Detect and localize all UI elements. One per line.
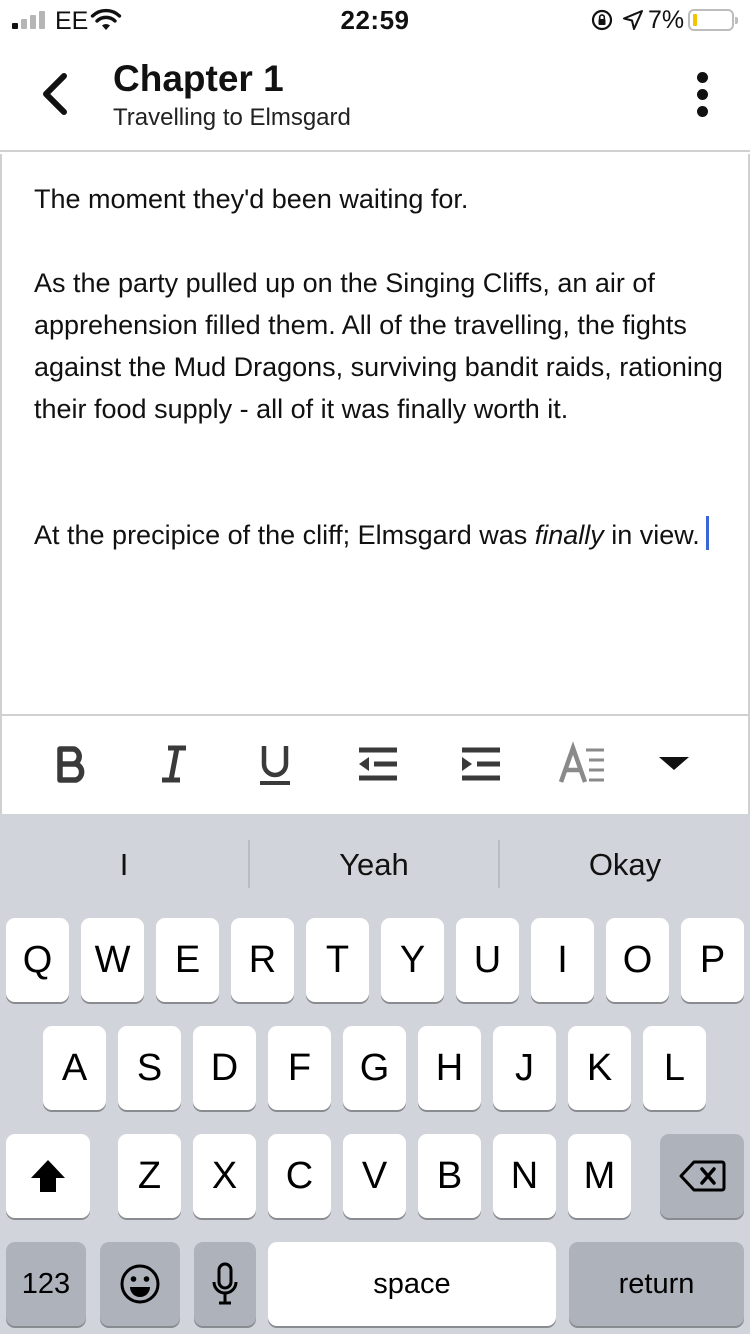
key-r[interactable]: R (231, 918, 294, 1002)
key-j[interactable]: J (493, 1026, 556, 1110)
key-x[interactable]: X (193, 1134, 256, 1218)
paragraph-text: At the precipice of the cliff; Elmsgard … (34, 520, 535, 550)
key-b[interactable]: B (418, 1134, 481, 1218)
key-d[interactable]: D (193, 1026, 256, 1110)
key-p[interactable]: P (681, 918, 744, 1002)
key-u[interactable]: U (456, 918, 519, 1002)
numbers-key[interactable]: 123 (6, 1242, 86, 1326)
outdent-button[interactable] (349, 736, 405, 792)
underline-button[interactable] (247, 736, 303, 792)
key-a[interactable]: A (43, 1026, 106, 1110)
bold-button[interactable] (44, 736, 100, 792)
return-key[interactable]: return (569, 1242, 744, 1326)
battery-icon (688, 9, 738, 31)
suggestion-3[interactable]: Okay (500, 840, 750, 890)
key-n[interactable]: N (493, 1134, 556, 1218)
chapter-title: Chapter 1 (113, 58, 284, 99)
backspace-icon (679, 1160, 726, 1192)
key-s[interactable]: S (118, 1026, 181, 1110)
key-z[interactable]: Z (118, 1134, 181, 1218)
shift-key[interactable] (6, 1134, 90, 1218)
bold-icon (57, 746, 85, 783)
battery-percentage: 7% (648, 6, 685, 34)
more-vertical-icon[interactable] (688, 70, 718, 120)
underline-icon (260, 746, 290, 785)
key-l[interactable]: L (643, 1026, 706, 1110)
chapter-subtitle: Travelling to Elmsgard (113, 104, 351, 131)
indent-button[interactable] (452, 736, 508, 792)
italic-button[interactable] (146, 736, 202, 792)
italic-icon (162, 745, 186, 783)
paragraph-text: in view. (603, 520, 700, 550)
editor-paragraph: As the party pulled up on the Singing Cl… (34, 268, 723, 424)
key-v[interactable]: V (343, 1134, 406, 1218)
status-bar: EE 22:59 7% (0, 0, 750, 40)
caret-down-icon (659, 757, 689, 770)
editor-paragraph: At the precipice of the cliff; Elmsgard … (34, 514, 734, 556)
keyboard: I Yeah Okay Q W E R T Y U I O P A S D F … (0, 814, 750, 1334)
suggestion-1[interactable]: I (0, 840, 248, 890)
indent-icon (462, 747, 500, 781)
key-c[interactable]: C (268, 1134, 331, 1218)
key-k[interactable]: K (568, 1026, 631, 1110)
more-formatting-button[interactable] (646, 736, 702, 792)
key-y[interactable]: Y (381, 918, 444, 1002)
key-h[interactable]: H (418, 1026, 481, 1110)
microphone-icon (212, 1262, 238, 1305)
key-q[interactable]: Q (6, 918, 69, 1002)
key-w[interactable]: W (81, 918, 144, 1002)
format-toolbar (0, 714, 750, 814)
space-key[interactable]: space (268, 1242, 556, 1326)
key-i[interactable]: I (531, 918, 594, 1002)
key-t[interactable]: T (306, 918, 369, 1002)
emoji-key[interactable] (100, 1242, 180, 1326)
italic-text: finally (534, 520, 604, 550)
text-cursor (705, 516, 709, 550)
key-o[interactable]: O (606, 918, 669, 1002)
dictation-key[interactable] (194, 1242, 256, 1326)
text-editor[interactable]: The moment they'd been waiting for. As t… (0, 154, 750, 714)
outdent-icon (359, 747, 397, 781)
emoji-icon (120, 1264, 160, 1304)
editor-paragraph: The moment they'd been waiting for. (34, 184, 469, 214)
key-e[interactable]: E (156, 918, 219, 1002)
key-m[interactable]: M (568, 1134, 631, 1218)
location-arrow-icon (623, 10, 643, 30)
suggestion-2[interactable]: Yeah (250, 840, 498, 890)
chevron-left-icon[interactable] (36, 70, 72, 118)
delete-key[interactable] (660, 1134, 744, 1218)
key-f[interactable]: F (268, 1026, 331, 1110)
key-g[interactable]: G (343, 1026, 406, 1110)
text-style-button[interactable] (554, 736, 610, 792)
text-style-icon (558, 741, 604, 783)
shift-arrow-icon (31, 1160, 65, 1192)
orientation-lock-icon (591, 9, 613, 31)
chapter-header: Chapter 1 Travelling to Elmsgard (0, 40, 750, 152)
